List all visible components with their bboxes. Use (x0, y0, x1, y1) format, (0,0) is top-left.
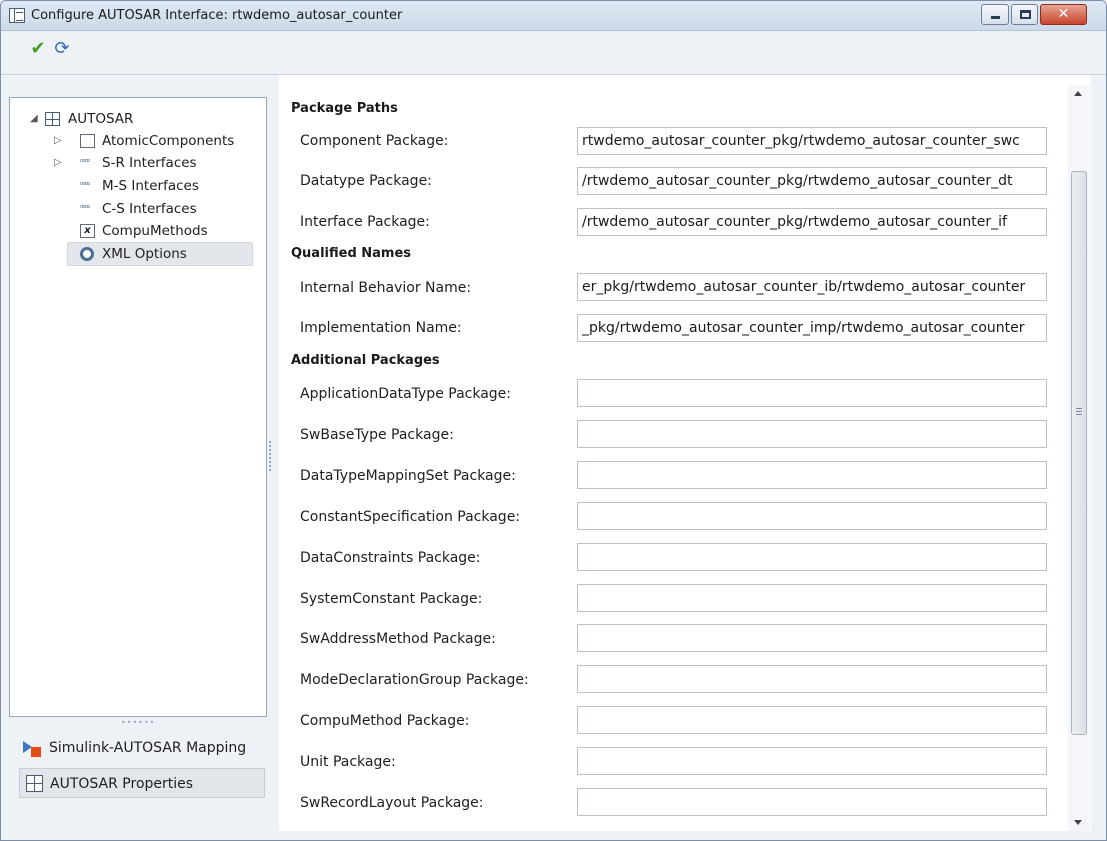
refresh-icon[interactable]: ⟳ (49, 37, 75, 61)
tree-item-label: AUTOSAR (68, 111, 134, 127)
sw-address-method-package-label: SwAddressMethod Package: (300, 631, 496, 647)
nav-simulink-autosar-mapping[interactable]: Simulink-AUTOSAR Mapping (19, 733, 265, 763)
gear-icon (80, 247, 94, 261)
data-constraints-package-label: DataConstraints Package: (300, 550, 481, 566)
minimize-button[interactable] (981, 4, 1009, 25)
interface-icon: ꟹꟹ (80, 181, 91, 191)
collapsed-triangle-icon[interactable]: ▷ (54, 130, 64, 152)
tree-item-autosar[interactable]: ◢ AUTOSAR (10, 108, 260, 130)
tree-item-atomiccomponents[interactable]: ▷ AtomicComponents (10, 130, 260, 152)
grip-icon (1076, 408, 1082, 415)
compu-method-package-input[interactable] (577, 706, 1047, 734)
sw-record-layout-package-label: SwRecordLayout Package: (300, 795, 484, 811)
section-additional-packages: Additional Packages (291, 353, 440, 368)
window-app-icon (9, 8, 25, 23)
interface-package-label: Interface Package: (300, 214, 430, 230)
section-qualified-names: Qualified Names (291, 246, 412, 261)
interface-package-input[interactable]: /rtwdemo_autosar_counter_pkg/rtwdemo_aut… (577, 208, 1047, 236)
window-title: Configure AUTOSAR Interface: rtwdemo_aut… (31, 8, 403, 23)
interface-icon: ꟹꟹ (80, 204, 91, 214)
configure-autosar-window: Configure AUTOSAR Interface: rtwdemo_aut… (0, 0, 1107, 841)
scrollbar-thumb[interactable] (1071, 171, 1087, 735)
component-package-input[interactable]: rtwdemo_autosar_counter_pkg/rtwdemo_auto… (577, 127, 1047, 155)
tree-item-label: M-S Interfaces (102, 178, 199, 194)
close-icon: ✕ (1057, 6, 1070, 22)
system-constant-package-input[interactable] (577, 584, 1047, 612)
fx-icon: x (80, 224, 95, 238)
vertical-splitter-handle[interactable] (269, 441, 273, 471)
datatype-package-input[interactable]: /rtwdemo_autosar_counter_pkg/rtwdemo_aut… (577, 167, 1047, 195)
tree-item-label: AtomicComponents (102, 133, 235, 149)
title-bar: Configure AUTOSAR Interface: rtwdemo_aut… (1, 1, 1106, 31)
internal-behavior-name-input[interactable]: er_pkg/rtwdemo_autosar_counter_ib/rtwdem… (577, 273, 1047, 301)
collapsed-triangle-icon[interactable]: ▷ (54, 152, 64, 174)
tree-item-label: C-S Interfaces (102, 201, 197, 217)
sw-base-type-package-input[interactable] (577, 420, 1047, 448)
implementation-name-label: Implementation Name: (300, 320, 462, 336)
internal-behavior-name-label: Internal Behavior Name: (300, 280, 472, 296)
data-type-mapping-set-package-input[interactable] (577, 461, 1047, 489)
tree-item-ms-interfaces[interactable]: ꟹꟹ M-S Interfaces (10, 175, 260, 197)
nav-label: Simulink-AUTOSAR Mapping (49, 740, 247, 756)
sw-base-type-package-label: SwBaseType Package: (300, 427, 454, 443)
tree-item-cs-interfaces[interactable]: ꟹꟹ C-S Interfaces (10, 198, 260, 220)
horizontal-splitter-handle[interactable]: •••••• (121, 719, 154, 727)
tree-item-label: S-R Interfaces (102, 155, 197, 171)
tree-item-xml-options[interactable]: XML Options (10, 243, 260, 265)
vertical-scrollbar[interactable] (1068, 85, 1090, 831)
box-icon (80, 134, 95, 148)
close-button[interactable]: ✕ (1040, 4, 1087, 25)
maximize-icon (1020, 10, 1031, 19)
apply-checkmark-icon[interactable]: ✔ (25, 37, 51, 61)
constant-specification-package-label: ConstantSpecification Package: (300, 509, 521, 525)
sw-address-method-package-input[interactable] (577, 624, 1047, 652)
section-package-paths: Package Paths (291, 101, 398, 116)
system-constant-package-label: SystemConstant Package: (300, 591, 483, 607)
autosar-grid-icon (26, 775, 43, 792)
sw-record-layout-package-input[interactable] (577, 788, 1047, 816)
tree-item-compumethods[interactable]: x CompuMethods (10, 220, 260, 242)
maximize-button[interactable] (1011, 4, 1038, 25)
scroll-down-arrow-icon[interactable] (1074, 820, 1082, 825)
implementation-name-input[interactable]: _pkg/rtwdemo_autosar_counter_imp/rtwdemo… (577, 314, 1047, 342)
unit-package-input[interactable] (577, 747, 1047, 775)
toolbar: ✔ ⟳ (1, 31, 1106, 75)
autosar-grid-icon (45, 112, 60, 126)
data-type-mapping-set-package-label: DataTypeMappingSet Package: (300, 468, 516, 484)
application-data-type-package-input[interactable] (577, 379, 1047, 407)
component-package-label: Component Package: (300, 133, 449, 149)
mode-declaration-group-package-input[interactable] (577, 665, 1047, 693)
tree-item-label: XML Options (102, 246, 187, 262)
expanded-triangle-icon[interactable]: ◢ (30, 108, 40, 130)
compu-method-package-label: CompuMethod Package: (300, 713, 470, 729)
nav-label: AUTOSAR Properties (50, 776, 194, 792)
properties-panel: Package Paths Component Package: rtwdemo… (279, 75, 1091, 831)
constant-specification-package-input[interactable] (577, 502, 1047, 530)
window-right-edge (1099, 75, 1106, 831)
interface-icon: ꟹꟹ (80, 158, 91, 168)
data-constraints-package-input[interactable] (577, 543, 1047, 571)
mode-declaration-group-package-label: ModeDeclarationGroup Package: (300, 672, 529, 688)
application-data-type-package-label: ApplicationDataType Package: (300, 386, 512, 402)
unit-package-label: Unit Package: (300, 754, 396, 770)
nav-autosar-properties[interactable]: AUTOSAR Properties (19, 768, 265, 798)
datatype-package-label: Datatype Package: (300, 173, 432, 189)
minimize-icon (991, 16, 1000, 19)
scroll-up-arrow-icon[interactable] (1074, 91, 1082, 96)
mapping-icon (23, 741, 43, 757)
tree-item-sr-interfaces[interactable]: ▷ ꟹꟹ S-R Interfaces (10, 152, 260, 174)
tree-panel: ◢ AUTOSAR ▷ AtomicComponents ▷ ꟹꟹ S-R In… (9, 97, 267, 717)
tree-item-label: CompuMethods (102, 223, 208, 239)
